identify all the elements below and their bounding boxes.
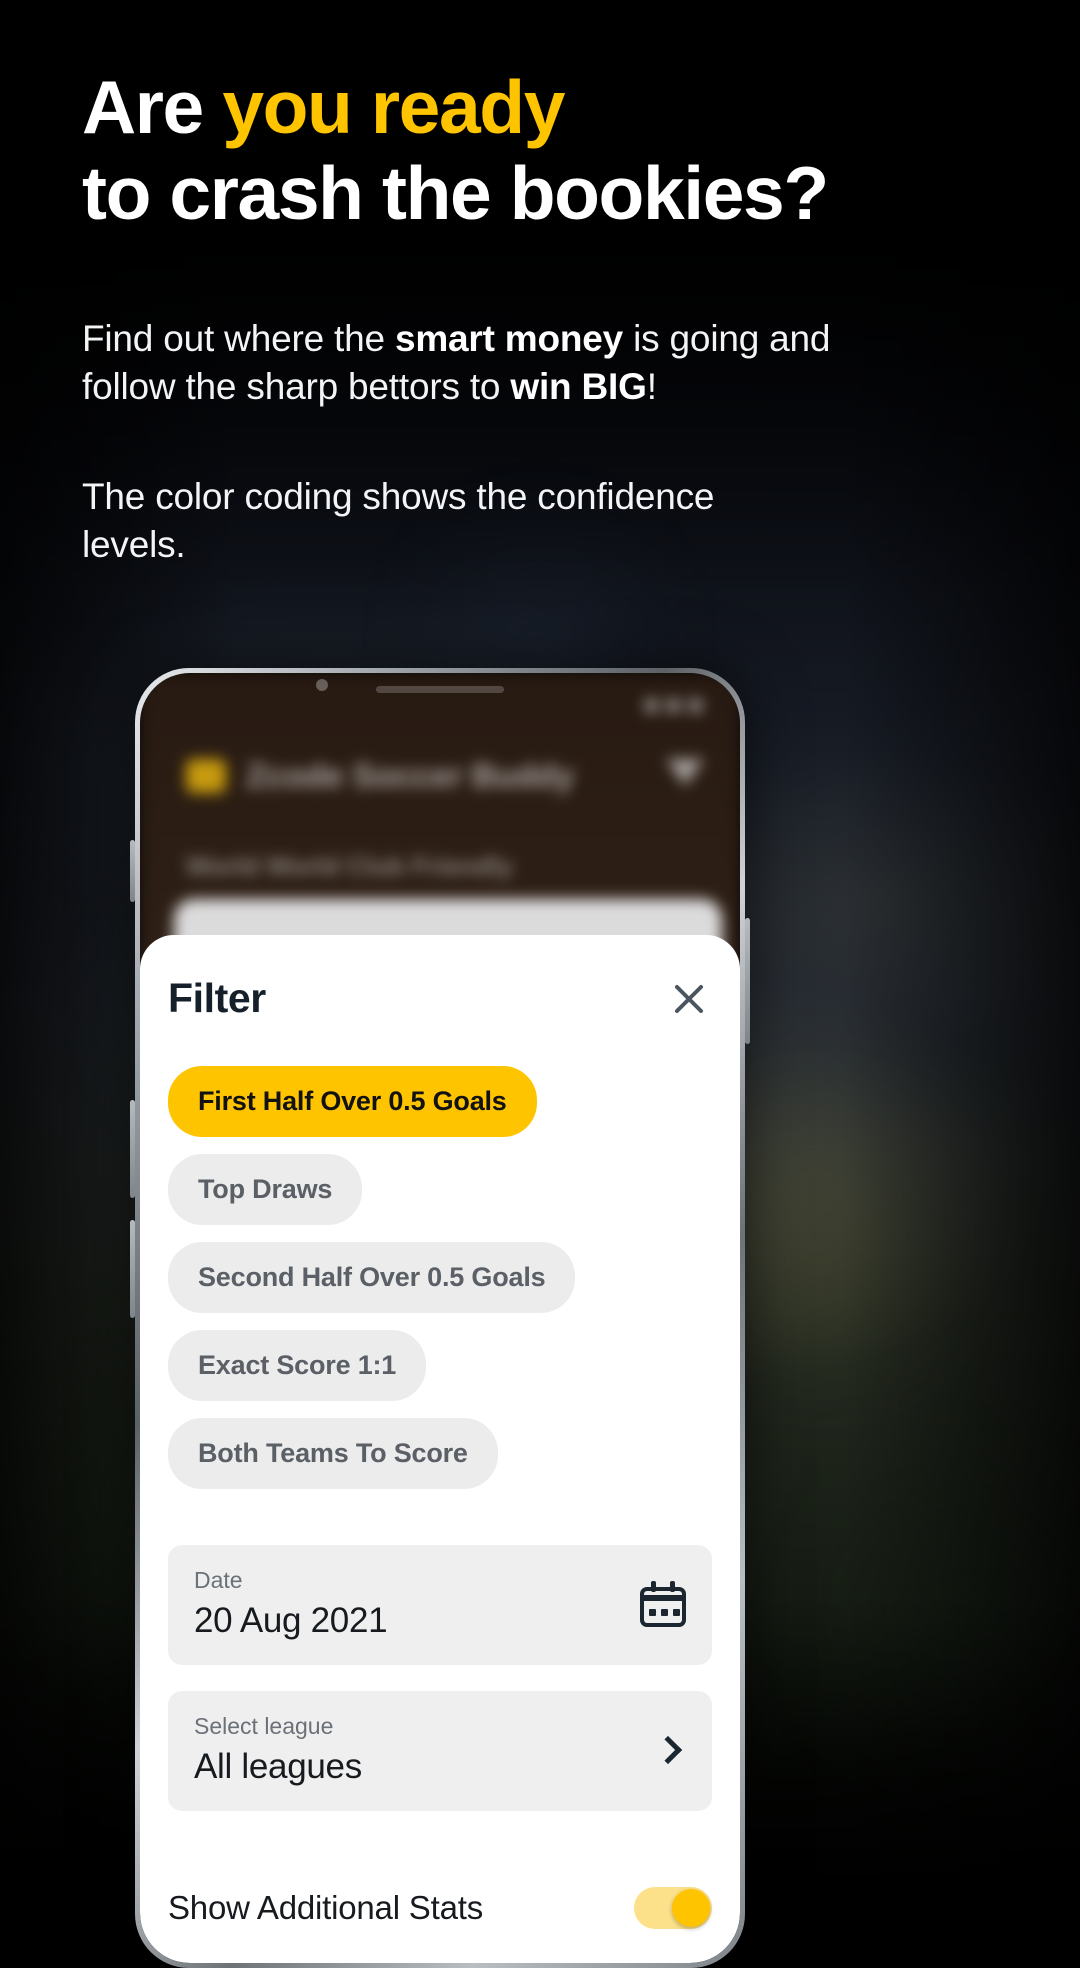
wifi-icon (667, 699, 680, 712)
headline-line-1: Are you ready (82, 65, 1012, 149)
paragraph1-bold-smart-money: smart money (394, 318, 624, 359)
filter-bottom-sheet: Filter First Half Over 0.5 Goals Top Dra… (140, 935, 740, 1963)
headline-line-2: to crash the bookies? (82, 150, 829, 235)
date-field-text: Date 20 Aug 2021 (194, 1567, 388, 1641)
filter-sheet-header: Filter (168, 935, 712, 1022)
select-league-field-text: Select league All leagues (194, 1713, 362, 1787)
phone-inner-bezel: Zcode Soccer Buddy World World Club Frie… (140, 673, 740, 1963)
show-additional-stats-label: Show Additional Stats (168, 1889, 484, 1926)
toggle-knob (672, 1889, 710, 1927)
status-bar (645, 699, 702, 712)
show-additional-stats-row[interactable]: Show Additional Stats (168, 1887, 712, 1929)
phone-button-left-1[interactable] (130, 840, 135, 902)
filter-chip-exact-score-1-1[interactable]: Exact Score 1:1 (168, 1330, 427, 1401)
battery-icon (689, 699, 702, 712)
select-league-label: Select league (194, 1713, 334, 1739)
paragraph1-text-a: Find out where the (82, 318, 395, 359)
phone-button-power[interactable] (745, 918, 750, 1044)
promo-paragraph-1: Find out where the smart money is going … (82, 315, 842, 411)
select-league-value: All leagues (194, 1747, 362, 1786)
filter-chip-second-half-over-05-goals[interactable]: Second Half Over 0.5 Goals (168, 1242, 576, 1313)
app-title: Zcode Soccer Buddy (246, 757, 575, 794)
filter-chip-first-half-over-05-goals[interactable]: First Half Over 0.5 Goals (168, 1066, 537, 1137)
promo-paragraph-2: The color coding shows the confidence le… (82, 476, 715, 566)
select-league-field[interactable]: Select league All leagues (168, 1691, 712, 1811)
chevron-right-icon[interactable] (653, 1735, 683, 1765)
funnel-icon[interactable] (666, 759, 704, 786)
phone-button-volume-down[interactable] (130, 1220, 135, 1318)
phone-screen: Zcode Soccer Buddy World World Club Frie… (140, 673, 740, 1963)
phone-mockup: Zcode Soccer Buddy World World Club Frie… (130, 668, 750, 1968)
date-field[interactable]: Date 20 Aug 2021 (168, 1545, 712, 1665)
filter-chip-group: First Half Over 0.5 Goals Top Draws Seco… (168, 1066, 712, 1489)
date-field-label: Date (194, 1567, 243, 1593)
paragraph1-text-c: ! (646, 366, 657, 408)
paragraph1-bold-win-big: win BIG (510, 366, 647, 408)
close-icon[interactable] (666, 976, 712, 1022)
calendar-icon[interactable] (640, 1581, 686, 1627)
phone-button-volume-up[interactable] (130, 1100, 135, 1198)
filter-chip-top-draws[interactable]: Top Draws (168, 1154, 363, 1225)
phone-speaker (376, 686, 504, 693)
app-league-header: World World Club Friendly (186, 851, 513, 881)
date-field-value: 20 Aug 2021 (194, 1601, 388, 1640)
headline-white-text: Are (82, 65, 223, 149)
promo-copy: Are you ready to crash the bookies? Find… (82, 0, 1012, 569)
app-logo-icon (186, 759, 226, 793)
filter-chip-both-teams-to-score[interactable]: Both Teams To Score (168, 1418, 498, 1489)
filter-fields: Date 20 Aug 2021 Select league All leagu… (168, 1545, 712, 1811)
headline-accent-text: you ready (222, 65, 565, 149)
filter-title: Filter (168, 975, 266, 1021)
signal-icon (645, 699, 658, 712)
show-additional-stats-toggle[interactable] (634, 1887, 712, 1929)
phone-front-camera (316, 679, 328, 691)
